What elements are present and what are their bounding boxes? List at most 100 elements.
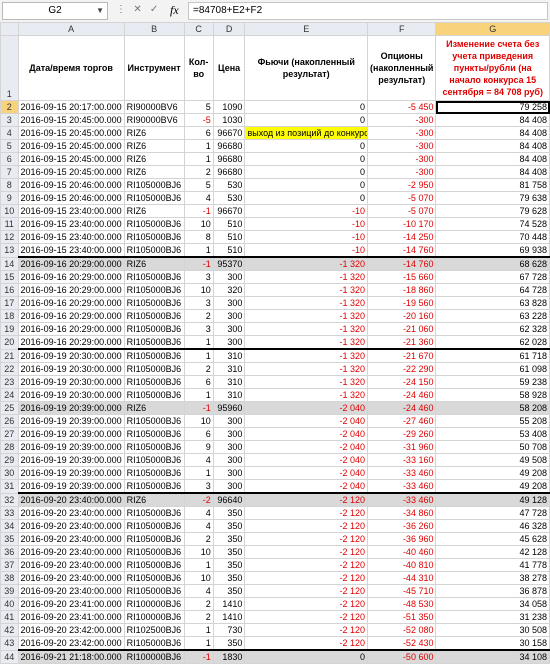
cell-account[interactable]: 42 128 xyxy=(435,545,550,559)
header-date[interactable]: Дата/время торгов xyxy=(17,35,125,101)
cell-options[interactable]: -10 170 xyxy=(367,217,437,231)
cell-futures[interactable]: -2 040 xyxy=(244,479,369,494)
cell-qty[interactable]: 5 xyxy=(183,100,214,114)
column-header-f[interactable]: F xyxy=(367,22,437,36)
column-header-b[interactable]: B xyxy=(123,22,185,36)
cell-qty[interactable]: 2 xyxy=(183,309,214,323)
cell-futures[interactable]: -2 040 xyxy=(244,427,369,441)
cell-instrument[interactable]: RI100000BJ6 xyxy=(123,649,185,664)
cell-account[interactable]: 49 208 xyxy=(435,466,550,480)
cell-instrument[interactable]: RI105000BJ6 xyxy=(123,558,185,572)
cell-futures[interactable]: -2 120 xyxy=(244,532,369,546)
cell-options[interactable]: -33 160 xyxy=(367,453,437,467)
cell-price[interactable]: 350 xyxy=(212,571,246,585)
row-header[interactable]: 11 xyxy=(0,217,19,231)
row-header[interactable]: 3 xyxy=(0,113,19,127)
cell-account[interactable]: 34 108 xyxy=(435,649,550,664)
row-header[interactable]: 36 xyxy=(0,545,19,559)
row-header[interactable]: 14 xyxy=(0,256,19,271)
cell-price[interactable]: 530 xyxy=(212,191,246,205)
cell-futures[interactable]: -2 120 xyxy=(244,597,369,611)
cell-account[interactable]: 46 328 xyxy=(435,519,550,533)
cell-account[interactable]: 81 758 xyxy=(435,178,550,192)
row-header[interactable]: 30 xyxy=(0,466,19,480)
cell-price[interactable]: 95960 xyxy=(212,401,246,415)
cell-account[interactable]: 59 238 xyxy=(435,375,550,389)
cell-instrument[interactable]: RIZ6 xyxy=(123,139,185,153)
cell-instrument[interactable]: RI105000BJ6 xyxy=(123,178,185,192)
cell-options[interactable]: -27 460 xyxy=(367,414,437,428)
cell-date[interactable]: 2016-09-20 23:42:00.000 xyxy=(17,636,125,651)
row-header[interactable]: 25 xyxy=(0,401,19,415)
cell-account[interactable]: 68 628 xyxy=(435,256,550,271)
header-options[interactable]: Опционы (накопленный результат) xyxy=(367,35,437,101)
column-header-d[interactable]: D xyxy=(212,22,246,36)
cell-futures[interactable]: -2 040 xyxy=(244,466,369,480)
cell-qty[interactable]: 2 xyxy=(183,362,214,376)
row-header[interactable]: 28 xyxy=(0,440,19,454)
cell-account[interactable]: 61 718 xyxy=(435,348,550,363)
row-header[interactable]: 35 xyxy=(0,532,19,546)
cell-date[interactable]: 2016-09-15 23:40:00.000 xyxy=(17,243,125,258)
cell-account[interactable]: 69 938 xyxy=(435,243,550,258)
cell-instrument[interactable]: RIZ6 xyxy=(123,204,185,218)
cell-date[interactable]: 2016-09-20 23:42:00.000 xyxy=(17,623,125,637)
cell-price[interactable]: 96640 xyxy=(212,492,246,507)
cell-options[interactable]: -14 760 xyxy=(367,243,437,258)
row-header[interactable]: 20 xyxy=(0,335,19,350)
cell-date[interactable]: 2016-09-19 20:39:00.000 xyxy=(17,440,125,454)
cell-qty[interactable]: 3 xyxy=(183,296,214,310)
cell-date[interactable]: 2016-09-20 23:40:00.000 xyxy=(17,532,125,546)
cell-date[interactable]: 2016-09-20 23:40:00.000 xyxy=(17,492,125,507)
cell-options[interactable]: -19 560 xyxy=(367,296,437,310)
cell-price[interactable]: 300 xyxy=(212,309,246,323)
cell-account[interactable]: 30 158 xyxy=(435,636,550,651)
cell-account[interactable]: 62 028 xyxy=(435,335,550,350)
cell-options[interactable]: -300 xyxy=(367,152,437,166)
cell-account[interactable]: 62 328 xyxy=(435,322,550,336)
cell-options[interactable]: -300 xyxy=(367,126,437,140)
row-header[interactable]: 42 xyxy=(0,623,19,637)
row-header[interactable]: 43 xyxy=(0,636,19,651)
cell-price[interactable]: 350 xyxy=(212,584,246,598)
row-header[interactable]: 13 xyxy=(0,243,19,258)
row-header[interactable]: 22 xyxy=(0,362,19,376)
cell-instrument[interactable]: RI105000BJ6 xyxy=(123,191,185,205)
cell-qty[interactable]: 9 xyxy=(183,440,214,454)
cell-qty[interactable]: 2 xyxy=(183,610,214,624)
cell-options[interactable]: -22 290 xyxy=(367,362,437,376)
cell-options[interactable]: -36 260 xyxy=(367,519,437,533)
row-header[interactable]: 16 xyxy=(0,283,19,297)
cell-date[interactable]: 2016-09-20 23:40:00.000 xyxy=(17,545,125,559)
cell-options[interactable]: -21 060 xyxy=(367,322,437,336)
cell-instrument[interactable]: RI105000BJ6 xyxy=(123,388,185,402)
cell-instrument[interactable]: RI100000BJ6 xyxy=(123,597,185,611)
cell-qty[interactable]: 4 xyxy=(183,519,214,533)
row-header[interactable]: 24 xyxy=(0,388,19,402)
cell-futures[interactable]: -1 320 xyxy=(244,309,369,323)
cell-options[interactable]: -5 070 xyxy=(367,191,437,205)
cell-options[interactable]: -33 460 xyxy=(367,492,437,507)
cell-date[interactable]: 2016-09-15 20:45:00.000 xyxy=(17,139,125,153)
cell-instrument[interactable]: RI105000BJ6 xyxy=(123,322,185,336)
cell-account[interactable]: 58 928 xyxy=(435,388,550,402)
cell-account[interactable]: 36 878 xyxy=(435,584,550,598)
row-header[interactable]: 19 xyxy=(0,322,19,336)
cell-qty[interactable]: -1 xyxy=(183,401,214,415)
row-header[interactable]: 1 xyxy=(0,35,19,101)
cell-instrument[interactable]: RI105000BJ6 xyxy=(123,427,185,441)
row-header[interactable]: 21 xyxy=(0,348,19,363)
cell-futures[interactable]: -2 120 xyxy=(244,584,369,598)
cell-options[interactable]: -52 080 xyxy=(367,623,437,637)
row-header[interactable]: 17 xyxy=(0,296,19,310)
cell-price[interactable]: 510 xyxy=(212,230,246,244)
cell-futures[interactable]: -1 320 xyxy=(244,388,369,402)
cell-date[interactable]: 2016-09-19 20:39:00.000 xyxy=(17,453,125,467)
cell-price[interactable]: 310 xyxy=(212,388,246,402)
cell-account[interactable]: 84 408 xyxy=(435,139,550,153)
cell-options[interactable]: -44 310 xyxy=(367,571,437,585)
cell-instrument[interactable]: RI105000BJ6 xyxy=(123,584,185,598)
cell-qty[interactable]: 1 xyxy=(183,388,214,402)
cell-price[interactable]: 320 xyxy=(212,283,246,297)
cell-options[interactable]: -15 660 xyxy=(367,270,437,284)
